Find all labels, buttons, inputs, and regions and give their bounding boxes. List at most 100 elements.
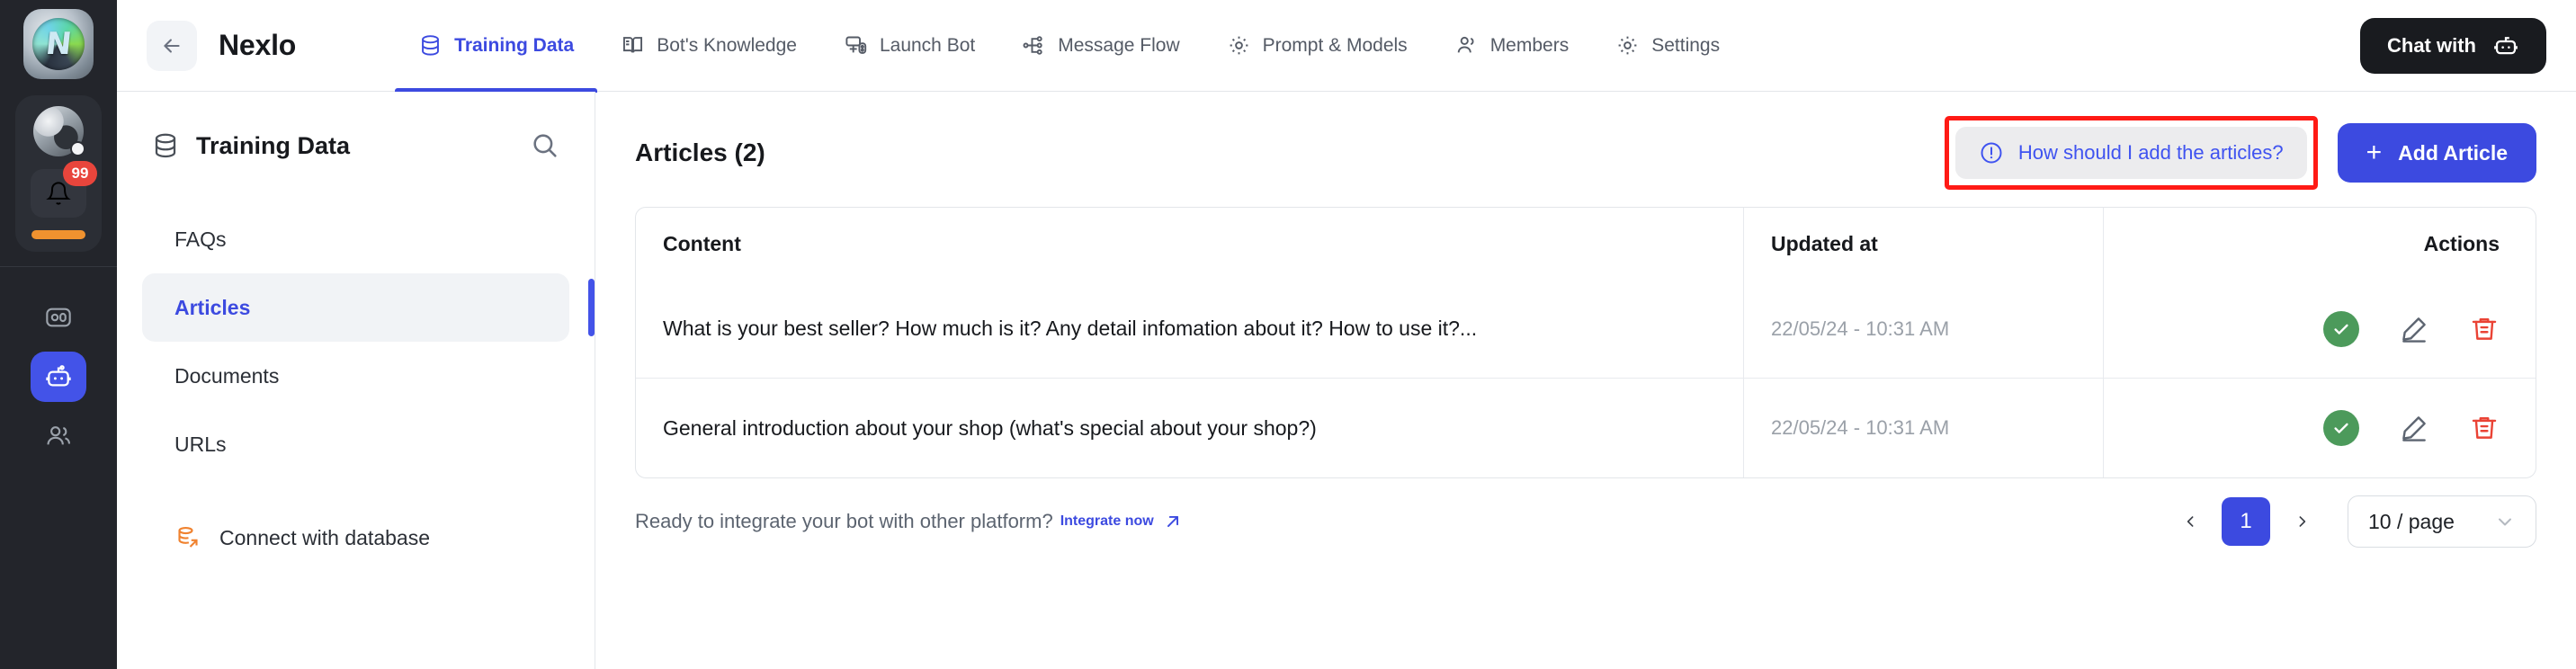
sidebar-item-label: Articles xyxy=(174,295,251,319)
tab-members[interactable]: Members xyxy=(1431,0,1593,92)
back-button[interactable] xyxy=(147,20,197,71)
tab-prompt-models[interactable]: Prompt & Models xyxy=(1203,0,1431,92)
delete-trash-icon[interactable] xyxy=(2469,413,2500,443)
rail-item-bot[interactable] xyxy=(31,352,86,402)
next-page-button[interactable] xyxy=(2286,499,2317,544)
tab-label: Settings xyxy=(1651,34,1721,56)
sidebar-item-faqs[interactable]: FAQs xyxy=(142,205,569,273)
avatar[interactable] xyxy=(33,106,85,156)
tab-message-flow[interactable]: Message Flow xyxy=(998,0,1203,92)
rail-nav xyxy=(31,292,86,461)
cell-content: What is your best seller? How much is it… xyxy=(636,280,1744,378)
rail-user-card: 99 xyxy=(15,95,102,252)
tab-label: Message Flow xyxy=(1058,34,1180,56)
bell-icon xyxy=(46,182,71,205)
table-header-row: Content Updated at Actions xyxy=(636,208,2536,280)
header-actions: How should I add the articles? + Add Art… xyxy=(1944,116,2536,190)
sidebar-item-label: FAQs xyxy=(174,227,227,251)
people-icon xyxy=(1457,36,1474,53)
plus-icon: + xyxy=(2366,138,2383,167)
launch-icon xyxy=(845,36,867,54)
rail-divider xyxy=(0,266,117,267)
add-article-button[interactable]: + Add Article xyxy=(2337,123,2536,183)
chevron-right-icon xyxy=(2299,516,2305,527)
connect-with-database-button[interactable]: Connect with database xyxy=(142,511,569,565)
avatar-status-dot xyxy=(70,141,85,156)
delete-trash-icon[interactable] xyxy=(2469,314,2500,344)
sidebar-list: FAQs Articles Documents URLs xyxy=(117,205,595,478)
notifications-button[interactable]: 99 xyxy=(31,161,97,218)
chevron-down-icon xyxy=(2499,518,2511,526)
check-icon xyxy=(2334,324,2348,334)
integrate-now-link[interactable]: Integrate now xyxy=(1060,512,1183,531)
page-1-button[interactable]: 1 xyxy=(2222,497,2270,546)
sidebar-item-documents[interactable]: Documents xyxy=(142,342,569,410)
tab-label: Prompt & Models xyxy=(1262,34,1408,56)
add-article-label: Add Article xyxy=(2398,140,2508,165)
tab-label: Bot's Knowledge xyxy=(657,34,797,56)
tab-settings[interactable]: Settings xyxy=(1592,0,1743,92)
app-rail: N 99 xyxy=(0,0,117,669)
articles-table: Content Updated at Actions What is your … xyxy=(635,207,2536,478)
chat-with-label: Chat with xyxy=(2387,33,2476,57)
integrate-prompt-text: Ready to integrate your bot with other p… xyxy=(635,510,1053,532)
app-root: N 99 Nexlo Training Data Bot's Knowledge… xyxy=(0,0,2576,669)
tab-label: Training Data xyxy=(454,34,575,56)
page-title: Nexlo xyxy=(219,29,297,61)
how-to-add-articles-label: How should I add the articles? xyxy=(2017,141,2284,164)
edit-pencil-icon[interactable] xyxy=(2399,314,2429,344)
tab-bots-knowledge[interactable]: Bot's Knowledge xyxy=(597,0,820,92)
bot-icon xyxy=(46,365,71,387)
cell-updated-at: 22/05/24 - 10:31 AM xyxy=(1744,379,2104,477)
sidebar-item-label: Documents xyxy=(174,363,280,388)
chat-with-button[interactable]: Chat with xyxy=(2360,17,2546,74)
articles-title: Articles (2) xyxy=(635,138,765,166)
chevron-left-icon xyxy=(2187,516,2193,527)
arrow-up-right-icon xyxy=(1167,515,1178,528)
connect-with-database-label: Connect with database xyxy=(219,525,430,549)
database-connect-icon xyxy=(178,526,198,548)
info-exclamation-icon xyxy=(1981,142,2002,164)
logo-letter: N xyxy=(43,26,74,62)
database-icon xyxy=(422,35,440,56)
tab-label: Launch Bot xyxy=(879,34,976,56)
dashboard-icon xyxy=(46,308,71,327)
cell-actions xyxy=(2104,280,2536,378)
arrow-left-icon xyxy=(164,38,180,53)
page-size-select[interactable]: 10 / page xyxy=(2348,495,2536,548)
cell-actions xyxy=(2104,379,2536,477)
tab-training-data[interactable]: Training Data xyxy=(395,0,598,93)
table-row[interactable]: What is your best seller? How much is it… xyxy=(636,280,2536,379)
search-icon[interactable] xyxy=(530,130,560,161)
main-content: Articles (2) How should I add the articl… xyxy=(595,92,2576,669)
check-icon xyxy=(2334,423,2348,433)
sidebar-item-articles[interactable]: Articles xyxy=(142,273,595,342)
app-logo[interactable]: N xyxy=(23,9,94,79)
approve-button[interactable] xyxy=(2323,310,2359,347)
column-header-updated-at: Updated at xyxy=(1744,208,2104,280)
sidebar-header: Training Data xyxy=(117,119,595,173)
training-data-sidebar: Training Data FAQs Articles Documents UR… xyxy=(117,92,595,669)
column-header-content: Content xyxy=(636,208,1744,280)
book-icon xyxy=(623,37,643,53)
edit-pencil-icon[interactable] xyxy=(2399,413,2429,443)
rail-item-dashboard[interactable] xyxy=(31,292,86,343)
database-icon xyxy=(155,133,176,158)
how-to-add-articles-button[interactable]: How should I add the articles? xyxy=(1954,127,2307,179)
table-header: Content Updated at Actions xyxy=(636,208,2536,280)
prev-page-button[interactable] xyxy=(2175,499,2205,544)
pagination: 1 10 / page xyxy=(2175,495,2536,548)
column-header-actions: Actions xyxy=(2423,231,2500,255)
logo-orb: N xyxy=(32,18,85,70)
content-header: Articles (2) How should I add the articl… xyxy=(635,116,2536,190)
approve-button[interactable] xyxy=(2323,410,2359,446)
notification-badge: 99 xyxy=(63,161,97,186)
rail-item-members[interactable] xyxy=(31,411,86,461)
sidebar-item-urls[interactable]: URLs xyxy=(142,410,569,478)
tab-launch-bot[interactable]: Launch Bot xyxy=(820,0,998,92)
sidebar-title: Training Data xyxy=(196,131,351,159)
app-body: Training Data FAQs Articles Documents UR… xyxy=(117,92,2576,669)
cell-updated-at: 22/05/24 - 10:31 AM xyxy=(1744,280,2104,378)
table-row[interactable]: General introduction about your shop (wh… xyxy=(636,379,2536,477)
topbar: Nexlo Training Data Bot's Knowledge Laun… xyxy=(117,0,2576,93)
